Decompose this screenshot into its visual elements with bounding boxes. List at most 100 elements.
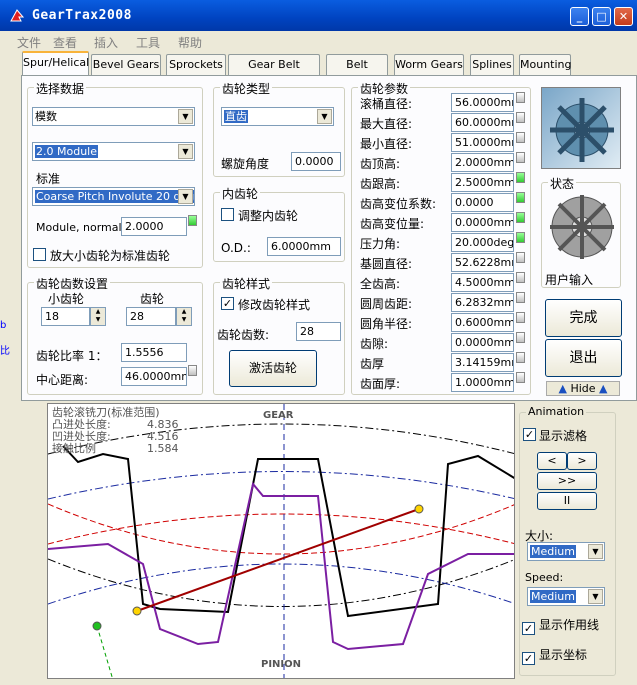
param-label: 基圆直径:	[360, 257, 413, 271]
helix-angle-input[interactable]: 0.0000	[291, 152, 341, 171]
select-data-legend: 选择数据	[34, 80, 87, 97]
param-value[interactable]: 6.2832mm	[451, 293, 514, 312]
param-slider[interactable]	[516, 152, 525, 163]
menu-view[interactable]: 查看	[53, 34, 77, 51]
od-input[interactable]: 6.0000mm	[267, 237, 341, 256]
gear-mesh-view[interactable]: 齿轮滚铣刀(标准范围) 凸进处长度: 4.836 凹进处长度: 4.516 接触比例 1.…	[47, 403, 515, 679]
edge-text-1: b	[0, 320, 7, 331]
modify-style-checkbox[interactable]: ✓	[221, 297, 234, 310]
tab-bevel-gears[interactable]: Bevel Gears	[91, 54, 161, 75]
param-value[interactable]: 2.5000mm	[451, 173, 514, 192]
menu-tools[interactable]: 工具	[136, 34, 160, 51]
param-slider[interactable]	[516, 332, 525, 343]
param-value[interactable]: 0.0000mm	[451, 333, 514, 352]
param-value[interactable]: 0.0000	[451, 193, 514, 212]
param-value[interactable]: 0.0000mm	[451, 213, 514, 232]
menu-file[interactable]: 文件	[17, 34, 41, 51]
param-value[interactable]: 51.0000mm	[451, 133, 514, 152]
param-slider[interactable]	[516, 112, 525, 123]
gear-caption: GEAR	[263, 410, 294, 421]
gear-type-select[interactable]: 直齿 ▼	[221, 107, 334, 126]
pinion-teeth-input[interactable]: 18	[41, 307, 90, 326]
close-button[interactable]: ✕	[614, 7, 633, 26]
tab-belt-pulleys[interactable]: Belt Pulleys	[326, 54, 388, 90]
param-slider[interactable]	[516, 192, 525, 203]
tab-mounting[interactable]: Mounting	[519, 54, 572, 75]
param-slider[interactable]	[516, 252, 525, 263]
ratio-input[interactable]: 1.5556	[121, 343, 187, 362]
chevron-down-icon: ▼	[178, 144, 193, 159]
gear-teeth-input[interactable]: 28	[126, 307, 176, 326]
step-forward-button[interactable]: >	[567, 452, 597, 470]
size-select[interactable]: Medium ▼	[527, 542, 605, 561]
param-value[interactable]: 60.0000mm	[451, 113, 514, 132]
param-label: 齿高变位量:	[360, 217, 425, 231]
menu-insert[interactable]: 插入	[94, 34, 118, 51]
maximize-button[interactable]: □	[592, 7, 611, 26]
param-slider[interactable]	[516, 292, 525, 303]
module-slider[interactable]	[188, 215, 197, 226]
mesh-info-value: 1.584	[147, 442, 179, 455]
tab-worm-gears[interactable]: Worm Gears	[394, 54, 464, 75]
pinion-marker-point	[92, 621, 102, 631]
standard-select[interactable]: Coarse Pitch Involute 20 deg ▼	[32, 187, 195, 206]
param-value[interactable]: 1.0000mm	[451, 373, 514, 392]
tab-gear-belt-pulleys[interactable]: Gear Belt Pulleys	[228, 54, 320, 90]
helix-angle-label: 螺旋角度	[221, 157, 270, 171]
param-slider[interactable]	[516, 232, 525, 243]
param-value[interactable]: 56.0000mm	[451, 93, 514, 112]
param-slider[interactable]	[516, 272, 525, 283]
style-teeth-input[interactable]: 28	[296, 322, 341, 341]
done-button[interactable]: 完成	[545, 299, 622, 337]
play-button[interactable]: >>	[537, 472, 597, 490]
param-value[interactable]: 0.6000mm	[451, 313, 514, 332]
param-slider[interactable]	[516, 132, 525, 143]
param-slider[interactable]	[516, 92, 525, 103]
exit-button[interactable]: 退出	[545, 339, 622, 377]
module-normal-input[interactable]: 2.0000	[121, 217, 187, 236]
adjust-internal-checkbox[interactable]	[221, 208, 234, 221]
edge-text-2: 比	[0, 346, 10, 357]
param-slider[interactable]	[516, 312, 525, 323]
unit-type-select[interactable]: 模数 ▼	[32, 107, 195, 126]
menu-help[interactable]: 帮助	[178, 34, 202, 51]
pause-button[interactable]: II	[537, 492, 597, 510]
param-label: 齿厚	[360, 357, 385, 371]
od-label: O.D.:	[221, 241, 251, 255]
param-value[interactable]: 2.0000mm	[451, 153, 514, 172]
gear-style-legend: 齿轮样式	[220, 275, 273, 292]
param-value[interactable]: 3.14159mm	[451, 353, 514, 372]
param-slider[interactable]	[516, 212, 525, 223]
param-value[interactable]: 4.5000mm	[451, 273, 514, 292]
show-filter-checkbox[interactable]: ✓	[523, 428, 536, 441]
tab-sprockets[interactable]: Sprockets	[166, 54, 226, 75]
tab-spur-helical[interactable]: Spur/Helical	[22, 51, 89, 76]
param-label: 圆角半径:	[360, 317, 413, 331]
chevron-down-icon: ▼	[178, 189, 193, 204]
modify-style-label: 修改齿轮样式	[238, 298, 311, 312]
speed-select[interactable]: Medium ▼	[527, 587, 605, 606]
show-coords-label: 显示坐标	[539, 648, 588, 662]
param-slider[interactable]	[516, 352, 525, 363]
activate-gear-button[interactable]: 激活齿轮	[229, 350, 317, 387]
center-distance-input[interactable]: 46.0000mm	[121, 367, 187, 386]
param-slider[interactable]	[516, 372, 525, 383]
step-back-button[interactable]: <	[537, 452, 567, 470]
show-action-line-checkbox[interactable]: ✓	[522, 622, 535, 635]
param-value[interactable]: 20.000deg	[451, 233, 514, 252]
pinion-pitch-circle	[48, 563, 514, 605]
contact-end-point	[414, 504, 424, 514]
pinion-spinner[interactable]: ▲ ▼	[90, 307, 106, 326]
tab-splines[interactable]: Splines	[470, 54, 514, 75]
module-select[interactable]: 2.0 Module ▼	[32, 142, 195, 161]
scale-pinion-checkbox[interactable]	[33, 248, 46, 261]
show-coords-checkbox[interactable]: ✓	[522, 652, 535, 665]
param-slider[interactable]	[516, 172, 525, 183]
hide-button[interactable]: ▲ Hide ▲	[546, 381, 620, 396]
center-slider[interactable]	[188, 365, 197, 376]
chevron-down-icon: ▼	[178, 109, 193, 124]
param-value[interactable]: 52.6228mm	[451, 253, 514, 272]
gear-spinner[interactable]: ▲ ▼	[176, 307, 192, 326]
gear-preview-image	[541, 87, 621, 169]
minimize-button[interactable]: _	[570, 7, 589, 26]
